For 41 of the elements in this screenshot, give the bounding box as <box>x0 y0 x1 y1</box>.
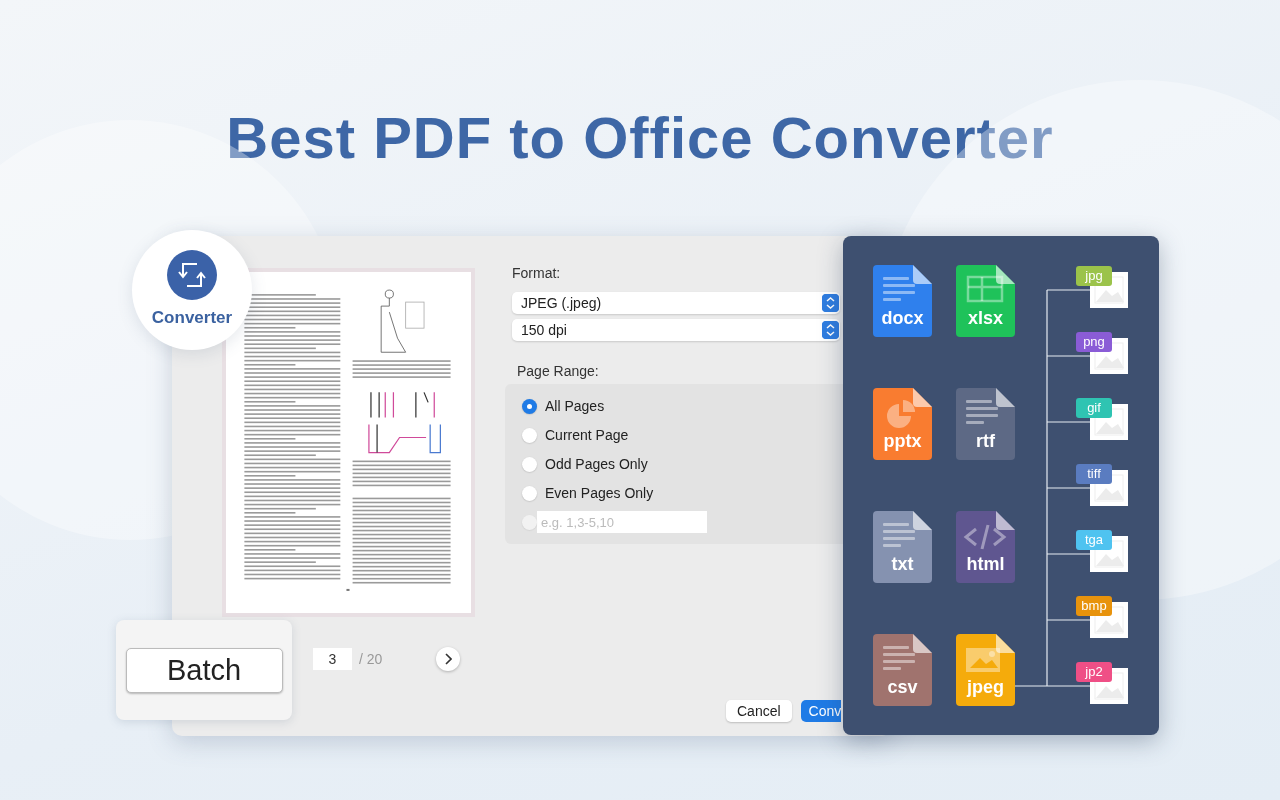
stepper-icon <box>822 294 839 312</box>
page-total: / 20 <box>359 651 383 667</box>
convert-icon <box>167 250 217 300</box>
radio-button[interactable] <box>522 456 537 472</box>
format-label: Format: <box>512 265 562 281</box>
radio-button[interactable] <box>522 514 537 530</box>
format-select[interactable]: JPEG (.jpeg) <box>512 292 840 314</box>
page-number-field[interactable]: 3 <box>313 648 352 670</box>
format-label: html <box>965 554 1006 575</box>
stepper-icon <box>822 321 839 339</box>
format-label: pptx <box>882 431 923 452</box>
page-range-label: Page Range: <box>517 363 600 379</box>
radio-label[interactable]: Odd Pages Only <box>545 456 648 472</box>
batch-button[interactable]: Batch <box>125 647 283 693</box>
chevron-right-icon <box>444 653 453 665</box>
page-range-field[interactable]: e.g. 1,3-5,10 <box>537 511 707 533</box>
format-label: csv <box>886 677 919 698</box>
format-label: txt <box>890 554 915 575</box>
format-label: rtf <box>975 431 996 452</box>
format-tag: gif <box>1076 398 1112 418</box>
radio-label[interactable]: All Pages <box>545 398 605 414</box>
format-tag: tga <box>1076 530 1112 550</box>
next-page-button[interactable] <box>436 647 461 671</box>
badge-label: Converter <box>151 308 233 328</box>
format-tag: jpg <box>1076 266 1112 286</box>
format-tag: tiff <box>1076 464 1112 484</box>
radio-button[interactable] <box>522 485 537 501</box>
format-tag: png <box>1076 332 1112 352</box>
format-label: xlsx <box>966 308 1004 329</box>
radio-button[interactable] <box>522 427 537 443</box>
radio-label[interactable]: Even Pages Only <box>545 485 654 501</box>
format-label: jpeg <box>965 677 1005 698</box>
format-tag: bmp <box>1076 596 1112 616</box>
cancel-button[interactable]: Cancel <box>726 700 792 722</box>
radio-button[interactable] <box>522 398 537 414</box>
format-label: docx <box>880 308 925 329</box>
radio-label[interactable]: Current Page <box>545 427 629 443</box>
resolution-select[interactable]: 150 dpi <box>512 319 840 341</box>
convert-button[interactable]: Conv <box>800 700 841 722</box>
format-tag: jp2 <box>1076 662 1112 682</box>
headline: Best PDF to Office Converter <box>226 104 1054 171</box>
